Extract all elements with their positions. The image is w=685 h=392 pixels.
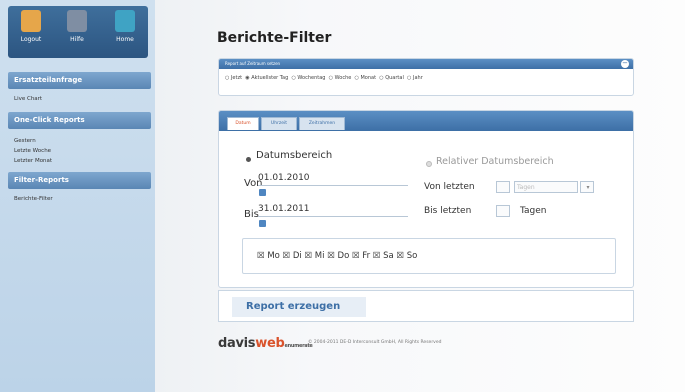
home-button[interactable]: Home — [108, 10, 142, 43]
copyright-text: © 2004-2011 DE-D Interconsult GmbH, All … — [308, 340, 442, 345]
radio-monat[interactable]: ○ Monat — [355, 75, 377, 81]
bis-letzten-input[interactable] — [496, 205, 510, 217]
bis-letzten-label: Bis letzten — [424, 206, 472, 216]
sidebar-section-filter-reports[interactable]: Filter-Reports — [8, 172, 151, 189]
radio-quartal-label: Quartal — [385, 75, 404, 81]
filter-tabbar: Datum Uhrzeit Zeitrahmen — [219, 111, 633, 131]
radio-woche-label: Woche — [334, 75, 352, 81]
help-label: Hilfe — [70, 36, 84, 43]
footer-logo: daviswebenumerate — [218, 336, 313, 351]
radio-datumsbereich[interactable] — [246, 157, 251, 162]
sidebar-item-berichte-filter[interactable]: Berichte-Filter — [14, 196, 53, 202]
help-book-icon — [67, 10, 87, 32]
calendar-icon[interactable] — [259, 220, 266, 227]
report-panel: Report erzeugen — [218, 290, 634, 322]
sidebar-item-gestern[interactable]: Gestern — [14, 138, 36, 144]
from-date-input[interactable]: 01.01.2010 — [258, 172, 408, 186]
logout-person-icon — [21, 10, 41, 32]
logout-label: Logout — [20, 36, 42, 43]
collapse-icon[interactable]: − — [621, 60, 629, 68]
tagen-label: Tagen — [520, 206, 547, 216]
sidebar-item-live-chart[interactable]: Live Chart — [14, 96, 42, 102]
weekday-checkboxes[interactable]: ☒ Mo ☒ Di ☒ Mi ☒ Do ☒ Fr ☒ Sa ☒ So — [257, 251, 417, 261]
sidebar-item-letzter-monat[interactable]: Letzter Monat — [14, 158, 52, 164]
bis-label: Bis — [244, 209, 259, 220]
radio-wochentag[interactable]: ○ Wochentag — [291, 75, 325, 81]
radio-woche[interactable]: ○ Woche — [329, 75, 352, 81]
chevron-down-icon[interactable]: ▾ — [580, 181, 594, 193]
sidebar-item-letzte-woche[interactable]: Letzte Woche — [14, 148, 51, 154]
von-letzten-unit-value: Tagen — [517, 184, 535, 191]
von-letzten-unit-select[interactable]: Tagen — [514, 181, 578, 193]
radio-aktuellster-tag[interactable]: ◉ Aktuellster Tag — [245, 75, 288, 81]
sidebar-section-one-click-reports[interactable]: One-Click Reports — [8, 112, 151, 129]
report-button[interactable]: Report erzeugen — [232, 297, 366, 317]
home-label: Home — [116, 36, 134, 43]
tab-zeitrahmen[interactable]: Zeitrahmen — [299, 117, 345, 130]
logout-button[interactable]: Logout — [14, 10, 48, 43]
radio-jetzt-label: Jetzt — [230, 75, 243, 81]
range-panel: Report auf Zeitraum setzen − ○ Jetzt ◉ A… — [218, 58, 634, 96]
home-icon — [115, 10, 135, 32]
sidebar: Logout Hilfe Home Ersatzteilanfrage Live… — [0, 0, 155, 392]
toolbar: Logout Hilfe Home — [8, 6, 148, 58]
radio-jetzt[interactable]: ○ Jetzt — [225, 75, 242, 81]
radio-quartal[interactable]: ○ Quartal — [379, 75, 404, 81]
range-header: Report auf Zeitraum setzen − — [219, 59, 633, 69]
to-date-input[interactable]: 31.01.2011 — [258, 203, 408, 217]
range-options: ○ Jetzt ◉ Aktuellster Tag ○ Wochentag ○ … — [219, 69, 633, 81]
tab-datum[interactable]: Datum — [227, 117, 259, 130]
range-header-label: Report auf Zeitraum setzen — [225, 61, 281, 66]
datumsbereich-label: Datumsbereich — [256, 150, 333, 161]
page-title: Berichte-Filter — [217, 30, 332, 46]
radio-jahr[interactable]: ○ Jahr — [407, 75, 423, 81]
brand-web: web — [255, 336, 285, 351]
von-letzten-input[interactable] — [496, 181, 510, 193]
calendar-icon[interactable] — [259, 189, 266, 196]
radio-aktuellster-tag-label: Aktuellster Tag — [251, 75, 289, 81]
von-letzten-label: Von letzten — [424, 182, 475, 192]
radio-relativer-datumsbereich[interactable] — [426, 161, 432, 167]
radio-wochentag-label: Wochentag — [297, 75, 326, 81]
sidebar-section-ersatzteilanfrage[interactable]: Ersatzteilanfrage — [8, 72, 151, 89]
help-button[interactable]: Hilfe — [60, 10, 94, 43]
brand-davis: davis — [218, 336, 256, 351]
tab-uhrzeit[interactable]: Uhrzeit — [261, 117, 297, 130]
relativer-datumsbereich-label: Relativer Datumsbereich — [436, 156, 554, 167]
weekday-filter: ☒ Mo ☒ Di ☒ Mi ☒ Do ☒ Fr ☒ Sa ☒ So — [242, 238, 616, 274]
radio-jahr-label: Jahr — [412, 75, 423, 81]
radio-monat-label: Monat — [360, 75, 377, 81]
